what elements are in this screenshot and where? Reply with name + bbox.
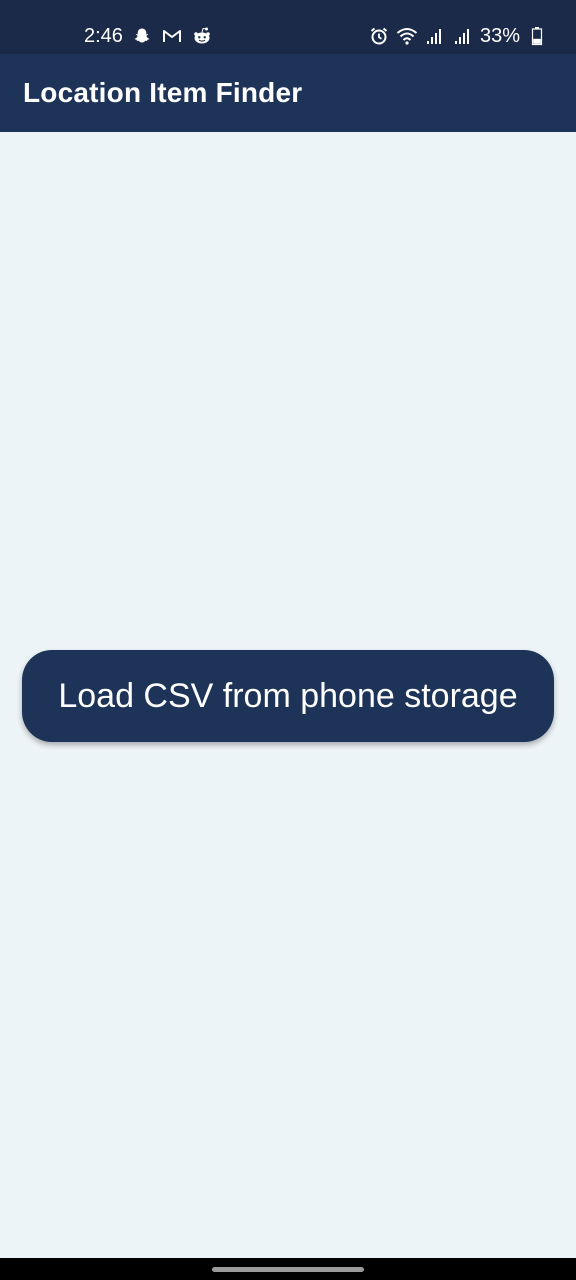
reddit-icon (191, 25, 213, 47)
navigation-bar (0, 1258, 576, 1280)
snapchat-icon (131, 25, 153, 47)
signal-icon (452, 25, 474, 47)
home-indicator[interactable] (212, 1267, 364, 1272)
load-csv-button[interactable]: Load CSV from phone storage (22, 650, 554, 742)
status-time: 2:46 (84, 24, 123, 47)
battery-icon (526, 25, 548, 47)
app-bar: Location Item Finder (0, 54, 576, 132)
battery-percent: 33% (479, 24, 520, 47)
app-title: Location Item Finder (23, 77, 303, 108)
wifi-icon (396, 25, 418, 47)
gmail-icon (161, 25, 183, 47)
signal-icon (424, 25, 446, 47)
status-bar: 2:46 33% (0, 0, 576, 54)
alarm-icon (368, 25, 390, 47)
